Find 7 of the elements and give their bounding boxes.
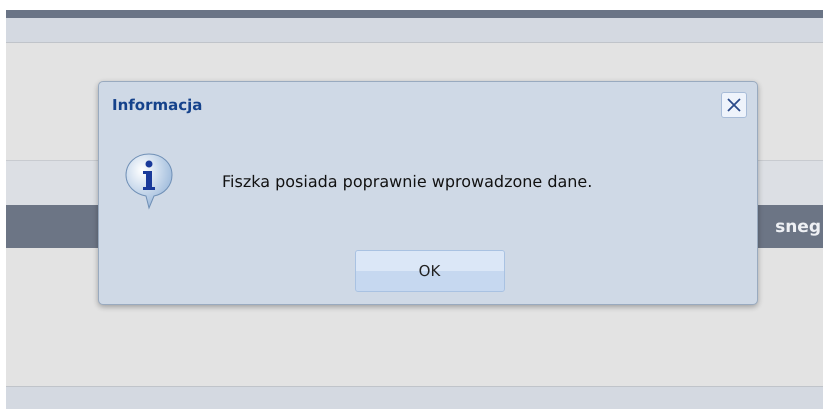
header-text: sneg — [775, 216, 821, 236]
close-button[interactable] — [721, 92, 747, 118]
close-icon — [727, 98, 741, 112]
dialog-title: Informacja — [112, 96, 202, 114]
info-icon — [124, 152, 174, 210]
ok-button[interactable]: OK — [354, 250, 504, 292]
message-text: Fiszka posiada poprawnie wprowadzone dane. — [222, 172, 592, 190]
